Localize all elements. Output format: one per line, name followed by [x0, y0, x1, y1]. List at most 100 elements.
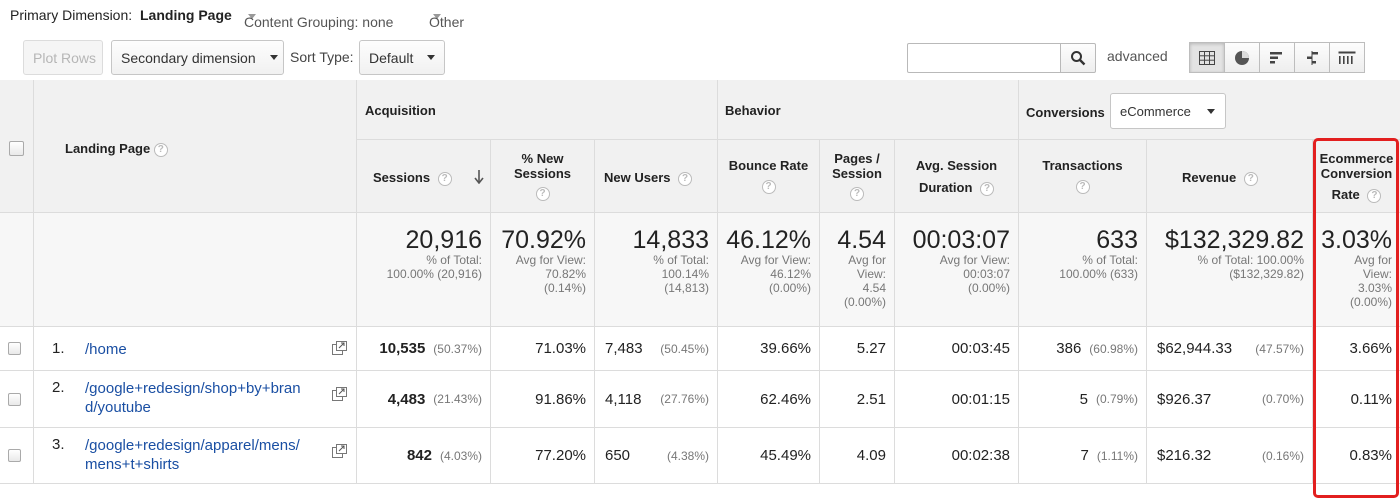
advanced-link[interactable]: advanced	[1107, 48, 1168, 64]
sessions-percent: (4.03%)	[439, 448, 482, 463]
chevron-down-icon	[269, 55, 278, 60]
totals-pages-note4: (0.00%)	[843, 295, 886, 309]
help-icon[interactable]: ?	[437, 171, 452, 186]
open-in-new-icon[interactable]	[332, 387, 348, 401]
open-in-new-icon[interactable]	[332, 444, 348, 458]
bounce-rate-value: 45.49%	[760, 447, 811, 464]
avg-duration-value: 00:01:15	[951, 390, 1010, 408]
open-in-new-icon[interactable]	[332, 341, 348, 355]
transactions-header[interactable]: Transactions ?	[1019, 140, 1147, 213]
new-users-value: 7,483	[605, 340, 643, 357]
new-users-value: 4,118	[605, 390, 642, 408]
conversions-group: Conversions eCommerce	[1019, 80, 1400, 140]
help-icon[interactable]: ?	[850, 186, 864, 201]
totals-new-sessions-note2: 70.82%	[545, 267, 586, 281]
new-sessions-cell: 71.03%	[491, 327, 595, 371]
chevron-down-icon	[1206, 108, 1215, 114]
primary-dimension-label: Primary Dimension:	[10, 7, 133, 23]
view-percentage-button[interactable]	[1224, 42, 1260, 73]
transactions-value: 7	[1080, 447, 1089, 464]
avg-session-duration-header[interactable]: Avg. Session Duration ?	[895, 140, 1019, 213]
transactions-value: 386	[1056, 340, 1082, 357]
view-pivot-button[interactable]	[1329, 42, 1365, 73]
totals-new-users-note2: 100.14%	[661, 267, 709, 281]
new-users-cell: 7,483 (50.45%)	[595, 327, 718, 371]
totals-duration-note1: Avg for View:	[939, 253, 1010, 267]
pages-per-session-header[interactable]: Pages / Session ?	[820, 140, 895, 213]
new-sessions-header[interactable]: % New Sessions ?	[491, 140, 595, 213]
acquisition-title: Acquisition	[365, 103, 436, 118]
pages-session-header-line1: Pages /	[834, 151, 880, 166]
table-search-input[interactable]	[907, 43, 1061, 73]
sort-type-dropdown[interactable]: Default	[359, 40, 445, 75]
dimension-landing-page[interactable]: Landing Page	[140, 7, 232, 23]
new-users-percent: (27.76%)	[660, 392, 709, 406]
landing-page-link[interactable]: /google+redesign/shop+by+bran d/youtube	[85, 379, 301, 417]
secondary-dimension-dropdown[interactable]: Secondary dimension	[111, 40, 284, 75]
landing-page-cell: 2. /google+redesign/shop+by+bran d/youtube	[34, 371, 357, 428]
totals-avg-duration: 00:03:07 Avg for View: 00:03:07 (0.00%)	[895, 213, 1019, 327]
help-icon[interactable]: ?	[678, 171, 693, 186]
behavior-title: Behavior	[725, 103, 781, 118]
totals-bounce-note3: (0.00%)	[768, 281, 811, 295]
revenue-cell: $926.37 (0.70%)	[1147, 371, 1313, 428]
sessions-header-label: Sessions	[373, 170, 431, 185]
totals-transactions-note2: 100.00% (633)	[1059, 267, 1138, 281]
sessions-cell: 10,535 (50.37%)	[357, 327, 491, 371]
performance-bars-icon	[1270, 51, 1282, 63]
help-icon[interactable]: ?	[980, 181, 995, 196]
transactions-percent: (0.79%)	[1095, 392, 1138, 406]
search-button[interactable]	[1060, 43, 1096, 73]
avg-duration-cell: 00:01:15	[895, 371, 1019, 428]
landing-page-link[interactable]: /home	[85, 340, 127, 359]
revenue-cell: $62,944.33 (47.57%)	[1147, 327, 1313, 371]
view-comparison-button[interactable]	[1294, 42, 1330, 73]
help-icon[interactable]: ?	[1243, 171, 1258, 186]
row-checkbox[interactable]	[8, 449, 21, 462]
plot-rows-label: Plot Rows	[33, 49, 97, 66]
view-performance-button[interactable]	[1259, 42, 1295, 73]
landing-page-link[interactable]: /google+redesign/apparel/mens/mens+t+shi…	[85, 436, 300, 474]
pages-session-cell: 5.27	[820, 327, 895, 371]
conversions-type-value: eCommerce	[1120, 103, 1191, 119]
pages-session-cell: 4.09	[820, 428, 895, 484]
revenue-header[interactable]: Revenue ?	[1147, 140, 1313, 213]
new-users-value: 650	[605, 447, 631, 464]
totals-pages-note3: 4.54	[862, 281, 886, 295]
help-icon[interactable]: ?	[535, 186, 550, 201]
help-icon[interactable]: ?	[761, 179, 776, 194]
totals-revenue: $132,329.82 % of Total: 100.00% ($132,32…	[1147, 213, 1313, 327]
sessions-header[interactable]: Sessions ?	[357, 140, 491, 213]
primary-dimension-bar: Primary Dimension: Landing Page Content …	[0, 0, 1400, 32]
totals-sessions: 20,916 % of Total: 100.00% (20,916)	[357, 213, 491, 327]
row-checkbox[interactable]	[8, 393, 21, 406]
pages-session-value: 5.27	[856, 340, 886, 357]
landing-page-header[interactable]: Landing Page ?	[34, 80, 357, 213]
totals-revenue-value: $132,329.82	[1164, 226, 1304, 254]
plot-rows-button[interactable]: Plot Rows	[23, 40, 103, 75]
help-icon[interactable]: ?	[1075, 179, 1090, 194]
bounce-rate-header[interactable]: Bounce Rate ?	[718, 140, 820, 213]
row-checkbox[interactable]	[8, 342, 21, 355]
totals-pages-value: 4.54	[837, 226, 886, 254]
new-users-header[interactable]: New Users ?	[595, 140, 718, 213]
conversions-type-dropdown[interactable]: eCommerce	[1110, 93, 1226, 129]
view-data-table-button[interactable]	[1189, 42, 1225, 73]
sort-descending-icon[interactable]	[474, 170, 484, 184]
transactions-header-label: Transactions	[1042, 158, 1123, 173]
row-number: 2.	[52, 379, 65, 396]
transactions-cell: 7 (1.11%)	[1019, 428, 1147, 484]
bounce-rate-value: 39.66%	[760, 340, 811, 357]
totals-revenue-note1: % of Total: 100.00%	[1197, 253, 1304, 267]
content-grouping-dropdown[interactable]: Content Grouping: none	[244, 7, 393, 30]
totals-pages-note1: Avg for	[848, 253, 886, 267]
new-sessions-header-line1: % New	[521, 151, 564, 166]
totals-new-users: 14,833 % of Total: 100.14% (14,813)	[595, 213, 718, 327]
select-all-checkbox[interactable]	[9, 141, 24, 156]
help-icon[interactable]: ?	[153, 142, 168, 157]
new-users-percent: (4.38%)	[666, 448, 709, 463]
revenue-header-label: Revenue	[1182, 170, 1237, 185]
row-checkbox-cell	[0, 327, 34, 371]
other-dropdown[interactable]: Other	[429, 7, 464, 30]
transactions-cell: 386 (60.98%)	[1019, 327, 1147, 371]
